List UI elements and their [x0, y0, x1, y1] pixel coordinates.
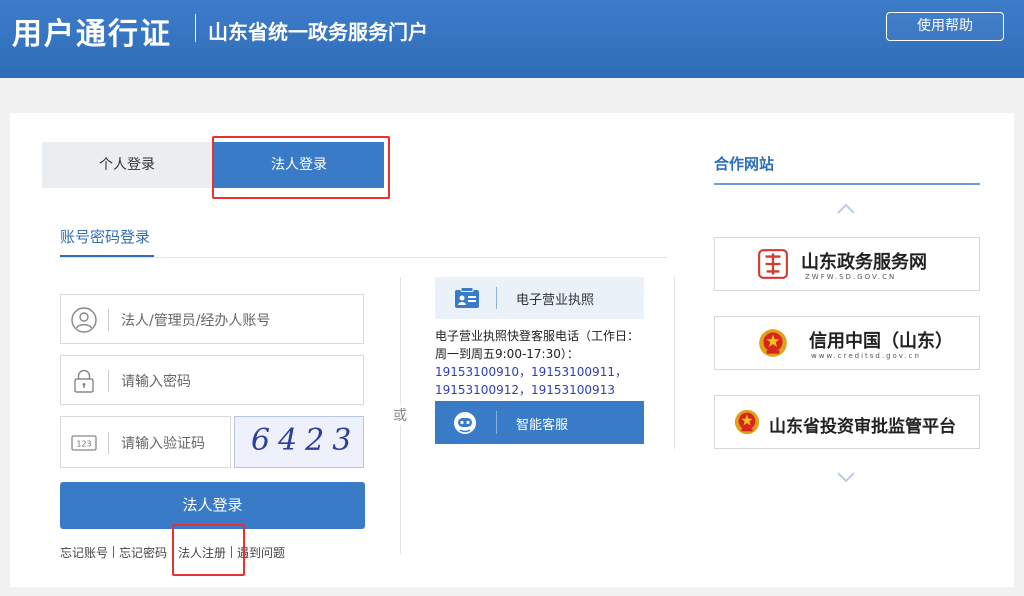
password-field[interactable]: 请输入密码	[60, 355, 364, 405]
partner-name: 山东省投资审批监管平台	[769, 417, 956, 437]
tab-personal-login[interactable]: 个人登录	[42, 142, 212, 188]
field-divider	[108, 309, 109, 331]
account-field[interactable]: 法人/管理员/经办人账号	[60, 294, 364, 344]
robot-icon	[454, 412, 476, 434]
captcha-icon: 123	[71, 435, 97, 451]
smart-service-label: 智能客服	[516, 418, 569, 433]
captcha-placeholder: 请输入验证码	[121, 436, 205, 452]
password-placeholder: 请输入密码	[121, 374, 191, 390]
brand-divider	[195, 14, 196, 42]
legal-login-button[interactable]: 法人登录	[60, 482, 365, 529]
elicense-label: 电子营业执照	[516, 293, 595, 308]
hotline-text-1: 电子营业执照快登客服电话（工作日：	[435, 329, 640, 343]
hotline-phones-1: 19153100910，19153100911，	[435, 365, 627, 379]
captcha-code: 6423	[251, 423, 360, 458]
portal-subtitle: 山东省统一政务服务门户	[208, 20, 428, 44]
sd-gov-service-logo-icon	[758, 249, 788, 279]
forgot-password-link[interactable]: 忘记密码	[119, 546, 167, 560]
partner-name: 山东政务服务网	[801, 252, 927, 273]
smart-service-button[interactable]: 智能客服	[435, 401, 644, 444]
top-header: 用户通行证 山东省统一政务服务门户 使用帮助	[0, 0, 1024, 78]
national-emblem-icon	[759, 329, 787, 357]
help-links: 忘记账号 忘记密码 法人注册 遇到问题	[60, 544, 285, 561]
subtab-password-login[interactable]: 账号密码登录	[60, 226, 150, 247]
id-card-icon	[455, 287, 479, 308]
account-placeholder: 法人/管理员/经办人账号	[121, 313, 271, 329]
link-divider	[231, 546, 233, 558]
partner-url: ZWFW.SD.GOV.CN	[805, 273, 897, 281]
captcha-image[interactable]: 6423	[234, 416, 364, 468]
legal-register-link[interactable]: 法人注册	[178, 546, 226, 560]
user-icon	[71, 307, 97, 333]
partners-title: 合作网站	[714, 155, 775, 173]
subtab-divider	[60, 257, 667, 258]
lock-icon	[74, 369, 94, 393]
button-divider	[496, 411, 497, 434]
partners-underline	[714, 183, 980, 185]
help-button[interactable]: 使用帮助	[886, 12, 1004, 41]
hotline-text-2: 周一到周五9:00-17:30）：	[435, 347, 579, 361]
or-label: 或	[393, 405, 407, 425]
partner-site-investment-approval[interactable]: 山东省投资审批监管平台	[714, 395, 980, 449]
brand-title: 用户通行证	[12, 17, 172, 52]
hotline-phones-2: 19153100912，19153100913	[435, 383, 615, 397]
captcha-field[interactable]: 123 请输入验证码	[60, 416, 231, 468]
field-divider	[108, 432, 109, 454]
elicense-hotline-info: 电子营业执照快登客服电话（工作日： 周一到周五9:00-17:30）： 1915…	[435, 327, 650, 399]
partner-url: www.creditsd.gov.cn	[811, 352, 921, 360]
problem-link[interactable]: 遇到问题	[237, 546, 285, 560]
chevron-up-icon[interactable]	[836, 202, 856, 216]
elicense-button[interactable]: 电子营业执照	[435, 277, 644, 319]
tab-legal-person-login[interactable]: 法人登录	[214, 142, 384, 188]
forgot-account-link[interactable]: 忘记账号	[60, 546, 108, 560]
national-emblem-icon	[734, 409, 760, 435]
link-divider	[113, 546, 115, 558]
link-divider	[172, 546, 174, 558]
chevron-down-icon[interactable]	[836, 470, 856, 484]
captcha-icon-text: 123	[76, 440, 91, 449]
partner-site-credit-china[interactable]: 信用中国（山东） www.creditsd.gov.cn	[714, 316, 980, 370]
button-divider	[496, 287, 497, 309]
vertical-divider-right	[674, 277, 675, 449]
login-tabs: 个人登录 法人登录	[42, 142, 384, 188]
partner-name: 信用中国（山东）	[809, 331, 953, 352]
partner-site-shandong-gov[interactable]: 山东政务服务网 ZWFW.SD.GOV.CN	[714, 237, 980, 291]
field-divider	[108, 370, 109, 392]
